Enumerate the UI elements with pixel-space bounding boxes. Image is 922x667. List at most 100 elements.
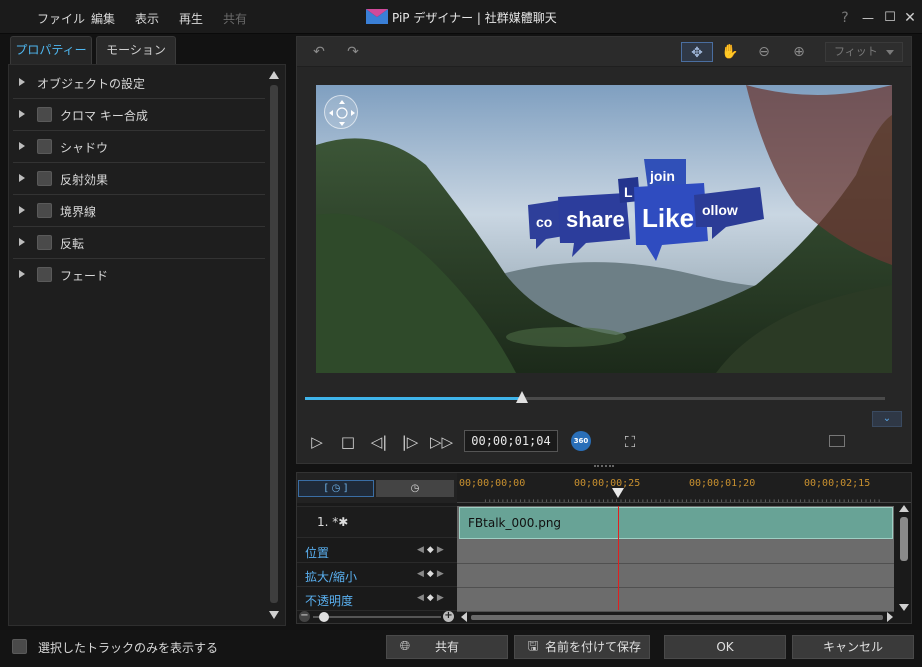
zoom-in-icon[interactable]: + bbox=[443, 611, 454, 622]
redo-icon[interactable]: ↷ bbox=[341, 42, 365, 62]
scroll-thumb[interactable] bbox=[900, 517, 908, 561]
track-header[interactable]: 1. *✱ bbox=[297, 506, 457, 538]
globe-icon: 🌐︎ bbox=[399, 639, 411, 654]
timeline-mode-tab[interactable]: [ ◷ ] bbox=[298, 480, 374, 497]
scroll-up-icon[interactable] bbox=[269, 71, 279, 79]
splitter-grip[interactable] bbox=[594, 465, 614, 469]
scroll-down-icon[interactable] bbox=[269, 611, 279, 619]
flip-checkbox[interactable] bbox=[37, 235, 52, 250]
show-selected-tracks-checkbox[interactable] bbox=[12, 639, 27, 654]
property-scrollbar[interactable] bbox=[267, 69, 281, 621]
keyframe-lane[interactable] bbox=[457, 588, 894, 612]
keyframe-lane[interactable] bbox=[457, 564, 894, 588]
move-icon[interactable]: ✥ bbox=[681, 42, 713, 62]
bubble-text: co bbox=[536, 214, 552, 230]
close-button[interactable]: ✕ bbox=[901, 9, 919, 27]
menu-file[interactable]: ファイル bbox=[37, 10, 85, 27]
prop-shadow[interactable]: シャドウ bbox=[13, 131, 265, 163]
chroma-key-checkbox[interactable] bbox=[37, 107, 52, 122]
scroll-down-icon[interactable] bbox=[899, 604, 909, 611]
ok-button[interactable]: OK bbox=[664, 635, 786, 659]
next-frame-icon[interactable]: |▷ bbox=[399, 431, 421, 453]
app-logo-icon bbox=[366, 9, 388, 24]
keyframe-label[interactable]: 位置 bbox=[305, 544, 329, 561]
track-area[interactable]: FBtalk_000.png bbox=[457, 506, 894, 612]
prop-border[interactable]: 境界線 bbox=[13, 195, 265, 227]
playhead-line bbox=[618, 506, 619, 610]
menu-edit[interactable]: 編集 bbox=[91, 10, 115, 27]
undo-icon[interactable]: ↶ bbox=[307, 42, 331, 62]
fit-dropdown[interactable]: フィット bbox=[825, 42, 903, 62]
playback-scrubber[interactable] bbox=[305, 391, 885, 405]
position-nav-icon[interactable] bbox=[324, 95, 358, 129]
expand-arrow-icon[interactable] bbox=[19, 270, 25, 278]
timeline-ruler[interactable]: 00;00;00;00 00;00;00;25 00;00;01;20 00;0… bbox=[457, 473, 911, 503]
scroll-left-icon[interactable] bbox=[461, 612, 467, 622]
keyframe-row-position: 位置 ◀◆▶ bbox=[297, 539, 457, 563]
prop-fade[interactable]: フェード bbox=[13, 259, 265, 291]
fast-forward-icon[interactable]: ▷▷ bbox=[430, 431, 453, 453]
expand-arrow-icon[interactable] bbox=[19, 174, 25, 182]
scrubber-progress bbox=[305, 397, 522, 400]
timeline-clip[interactable]: FBtalk_000.png bbox=[459, 507, 893, 539]
scroll-rail[interactable] bbox=[471, 615, 883, 620]
scroll-track[interactable] bbox=[270, 85, 278, 603]
fullscreen-icon[interactable]: ⛶ bbox=[619, 431, 641, 453]
menu-share: 共有 bbox=[223, 12, 248, 26]
keyframe-label[interactable]: 拡大/縮小 bbox=[305, 568, 357, 585]
prop-chroma-key[interactable]: クロマ キー合成 bbox=[13, 99, 265, 131]
zoom-out-icon[interactable]: − bbox=[299, 611, 310, 622]
prev-frame-icon[interactable]: ◁| bbox=[368, 431, 390, 453]
help-button[interactable]: ? bbox=[836, 9, 854, 27]
expand-arrow-icon[interactable] bbox=[19, 238, 25, 246]
keyframe-label[interactable]: 不透明度 bbox=[305, 592, 353, 609]
timeline-clock-tab[interactable]: ◷ bbox=[376, 480, 454, 497]
tab-properties[interactable]: プロパティー bbox=[10, 36, 92, 64]
share-button[interactable]: 🌐︎ 共有 bbox=[386, 635, 508, 659]
minimize-button[interactable]: — bbox=[859, 9, 877, 27]
preview-panel: ↶ ↷ ✥ ✋ ⊖ ⊕ フィット co share L join Like ol… bbox=[296, 36, 912, 464]
keyframe-lane[interactable] bbox=[457, 540, 894, 564]
zoom-slider-rail[interactable] bbox=[313, 616, 441, 618]
keyframe-nav-icons[interactable]: ◀◆▶ bbox=[417, 545, 447, 555]
prop-flip[interactable]: 反転 bbox=[13, 227, 265, 259]
tab-motion[interactable]: モーション bbox=[96, 36, 176, 64]
expand-arrow-icon[interactable] bbox=[19, 142, 25, 150]
border-checkbox[interactable] bbox=[37, 203, 52, 218]
prop-label: クロマ キー合成 bbox=[60, 109, 148, 123]
save-icon: 🖫 bbox=[527, 639, 539, 654]
cancel-button[interactable]: キャンセル bbox=[792, 635, 914, 659]
shadow-checkbox[interactable] bbox=[37, 139, 52, 154]
zoom-out-icon[interactable]: ⊖ bbox=[752, 42, 776, 62]
timeline-vertical-scrollbar[interactable] bbox=[897, 503, 911, 613]
safe-zone-icon[interactable] bbox=[829, 435, 845, 447]
timecode-display[interactable]: 00;00;01;04 bbox=[464, 430, 558, 452]
video-preview[interactable]: co share L join Like ollow bbox=[316, 85, 892, 373]
clip-name: FBtalk_000.png bbox=[468, 516, 562, 530]
save-as-button[interactable]: 🖫 名前を付けて保存 bbox=[514, 635, 650, 659]
fade-checkbox[interactable] bbox=[37, 267, 52, 282]
scrubber-thumb[interactable] bbox=[516, 391, 528, 403]
menu-view[interactable]: 表示 bbox=[135, 10, 159, 27]
view-360-button[interactable]: 360 bbox=[571, 431, 591, 451]
maximize-button[interactable]: ☐ bbox=[881, 9, 899, 27]
expand-arrow-icon[interactable] bbox=[19, 206, 25, 214]
expand-arrow-icon[interactable] bbox=[19, 78, 25, 86]
timeline-horizontal-scrollbar[interactable] bbox=[459, 612, 895, 622]
keyframe-nav-icons[interactable]: ◀◆▶ bbox=[417, 569, 447, 579]
stop-icon[interactable]: □ bbox=[337, 431, 359, 453]
hand-icon[interactable]: ✋ bbox=[718, 42, 742, 62]
scroll-up-icon[interactable] bbox=[899, 505, 909, 512]
playhead-marker[interactable] bbox=[612, 488, 624, 498]
prop-reflection[interactable]: 反射効果 bbox=[13, 163, 265, 195]
reflection-checkbox[interactable] bbox=[37, 171, 52, 186]
expand-arrow-icon[interactable] bbox=[19, 110, 25, 118]
keyframe-nav-icons[interactable]: ◀◆▶ bbox=[417, 593, 447, 603]
prop-object-settings[interactable]: オブジェクトの設定 bbox=[13, 67, 265, 99]
zoom-in-icon[interactable]: ⊕ bbox=[787, 42, 811, 62]
ruler-label: 00;00;00;25 bbox=[574, 478, 641, 489]
zoom-slider-thumb[interactable] bbox=[319, 612, 329, 622]
scroll-right-icon[interactable] bbox=[887, 612, 893, 622]
menu-playback[interactable]: 再生 bbox=[179, 10, 203, 27]
play-icon[interactable]: ▷ bbox=[306, 431, 328, 453]
